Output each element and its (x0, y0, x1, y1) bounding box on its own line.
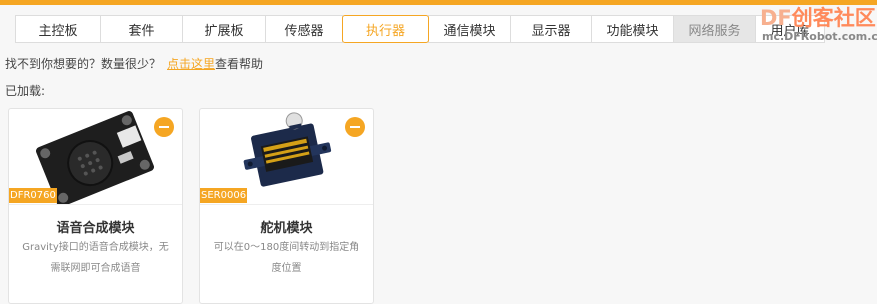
tab-display[interactable]: 显示器 (510, 15, 592, 43)
tab-function-modules[interactable]: 功能模块 (591, 15, 674, 43)
tab-actuators[interactable]: 执行器 (342, 15, 429, 43)
remove-icon[interactable] (345, 117, 365, 137)
tab-communication[interactable]: 通信模块 (428, 15, 511, 43)
dfrobot-watermark: DF创客社区 mc.DFRobot.com.cn (760, 2, 877, 47)
tab-kits[interactable]: 套件 (100, 15, 183, 43)
tab-expansion-board[interactable]: 扩展板 (182, 15, 266, 43)
remove-icon[interactable] (154, 117, 174, 137)
watermark-url: mc.DFRobot.com.cn (762, 30, 877, 43)
sku-badge: SER0006 (200, 188, 248, 203)
hint-text: 找不到你想要的？数量很少？ (5, 57, 162, 71)
extension-card[interactable]: DFR0760 语音合成模块 Gravity接口的语音合成模块，无需联网即可合成… (8, 108, 183, 304)
card-title: 舵机模块 (260, 221, 313, 236)
sku-badge: DFR0760 (9, 188, 57, 203)
tab-network-services[interactable]: 网络服务 (673, 15, 756, 43)
category-tabs: 主控板 套件 扩展板 传感器 执行器 通信模块 显示器 功能模块 网络服务 用户… (15, 15, 825, 43)
help-link[interactable]: 点击这里 (167, 57, 215, 71)
hint-suffix: 查看帮助 (215, 57, 264, 71)
loaded-label: 已加载: (5, 84, 46, 98)
card-title: 语音合成模块 (56, 221, 135, 236)
top-accent-bar (0, 0, 877, 5)
card-description: Gravity接口的语音合成模块，无需联网即可合成语音 (22, 242, 169, 274)
extension-card[interactable]: SER0006 舵机模块 可以在0～180度间转动到指定角度位置 (199, 108, 374, 304)
tab-main-board[interactable]: 主控板 (15, 15, 101, 43)
card-description: 可以在0～180度间转动到指定角度位置 (213, 242, 360, 274)
tab-sensors[interactable]: 传感器 (265, 15, 343, 43)
watermark-title: DF创客社区 (760, 6, 876, 30)
help-hint: 找不到你想要的？数量很少？ 点击这里查看帮助 (5, 55, 263, 72)
